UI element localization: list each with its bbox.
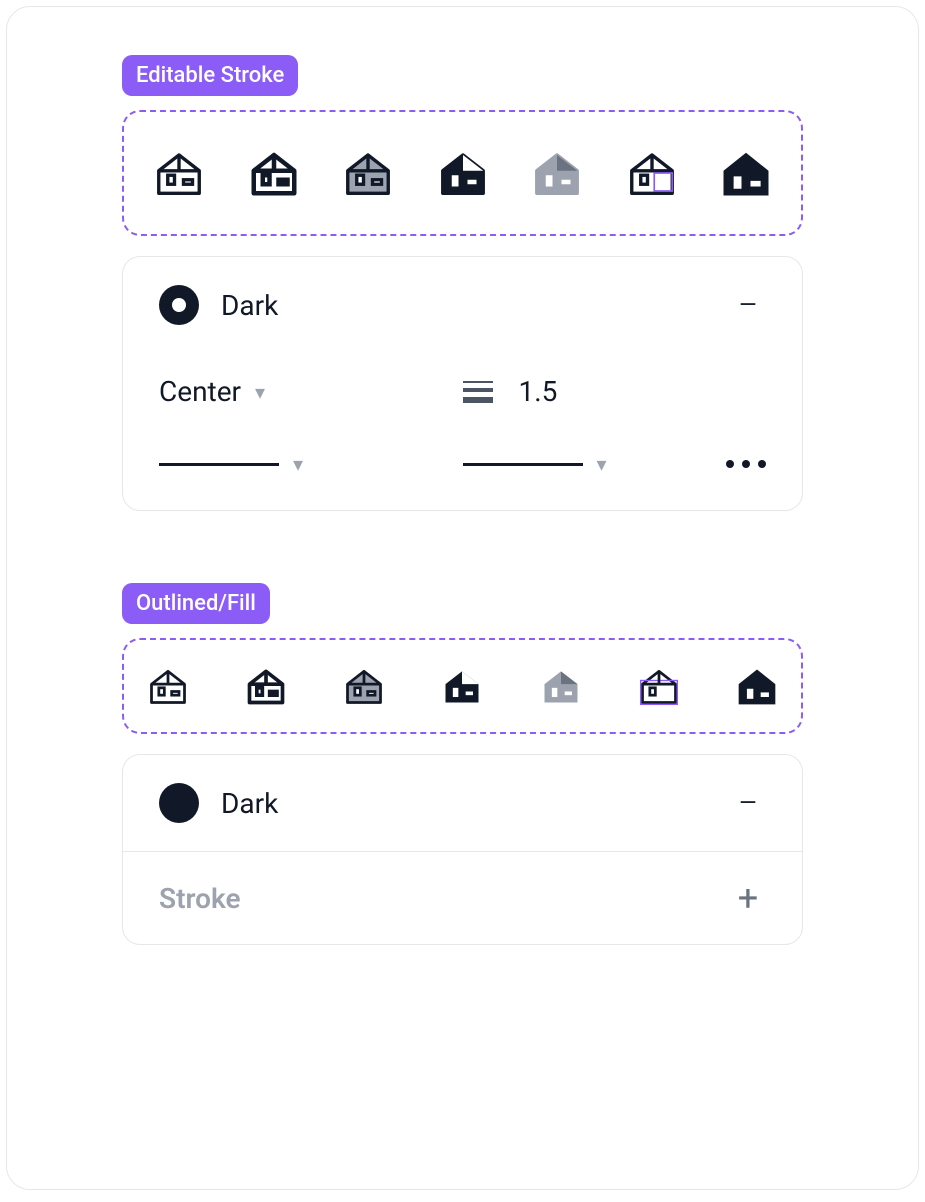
fill-color-swatch-icon (159, 783, 199, 823)
house-grey-icon[interactable] (530, 146, 584, 200)
stroke-weight-input[interactable]: 1.5 (463, 375, 558, 408)
house-solid-icon[interactable] (735, 664, 779, 708)
remove-fill-button[interactable]: − (730, 785, 766, 821)
house-duotone-icon[interactable] (341, 146, 395, 200)
outlined-fill-tag: Outlined/Fill (122, 583, 270, 624)
line-cap-icon (463, 463, 583, 466)
outlined-icon-row (122, 638, 803, 734)
house-outline-bold-icon[interactable] (247, 146, 301, 200)
house-selected-icon[interactable] (637, 664, 681, 708)
stroke-align-value: Center (159, 375, 241, 408)
stroke-properties-panel: Dark − Center ▾ 1.5 ▾ (122, 256, 803, 511)
editable-stroke-section: Editable Stroke (122, 55, 803, 511)
stroke-color-swatch-icon (159, 285, 199, 325)
chevron-down-icon: ▾ (293, 452, 303, 476)
stroke-end-cap-select[interactable]: ▾ (463, 452, 727, 476)
fill-properties-panel: Dark − Stroke + (122, 754, 803, 945)
chevron-down-icon: ▾ (597, 452, 607, 476)
editable-icon-row (122, 110, 803, 236)
outlined-fill-section: Outlined/Fill (122, 583, 803, 945)
stroke-align-weight-row: Center ▾ 1.5 (123, 353, 802, 430)
house-filled-icon[interactable] (440, 664, 484, 708)
fill-color-row[interactable]: Dark − (123, 755, 802, 851)
stroke-weight-value: 1.5 (519, 375, 558, 408)
stroke-color-label: Dark (221, 289, 278, 322)
house-outline-icon[interactable] (146, 664, 190, 708)
add-stroke-button[interactable]: + (730, 880, 766, 916)
house-solid-icon[interactable] (719, 146, 773, 200)
line-cap-icon (159, 463, 279, 466)
house-selected-icon[interactable] (625, 146, 679, 200)
stroke-weight-icon (463, 381, 493, 403)
house-outline-bold-icon[interactable] (244, 664, 288, 708)
house-grey-icon[interactable] (539, 664, 583, 708)
stroke-color-row[interactable]: Dark − (123, 257, 802, 353)
fill-color-label: Dark (221, 787, 278, 820)
house-duotone-icon[interactable] (342, 664, 386, 708)
chevron-down-icon: ▾ (255, 380, 265, 404)
stroke-align-select[interactable]: Center ▾ (159, 375, 463, 408)
stroke-section-label: Stroke (159, 882, 241, 915)
house-filled-icon[interactable] (436, 146, 490, 200)
remove-stroke-button[interactable]: − (730, 287, 766, 323)
stroke-section-row[interactable]: Stroke + (123, 851, 802, 944)
more-options-button[interactable] (726, 460, 766, 468)
stroke-caps-row: ▾ ▾ (123, 430, 802, 510)
house-outline-icon[interactable] (152, 146, 206, 200)
editable-stroke-tag: Editable Stroke (122, 55, 298, 96)
stroke-start-cap-select[interactable]: ▾ (159, 452, 463, 476)
